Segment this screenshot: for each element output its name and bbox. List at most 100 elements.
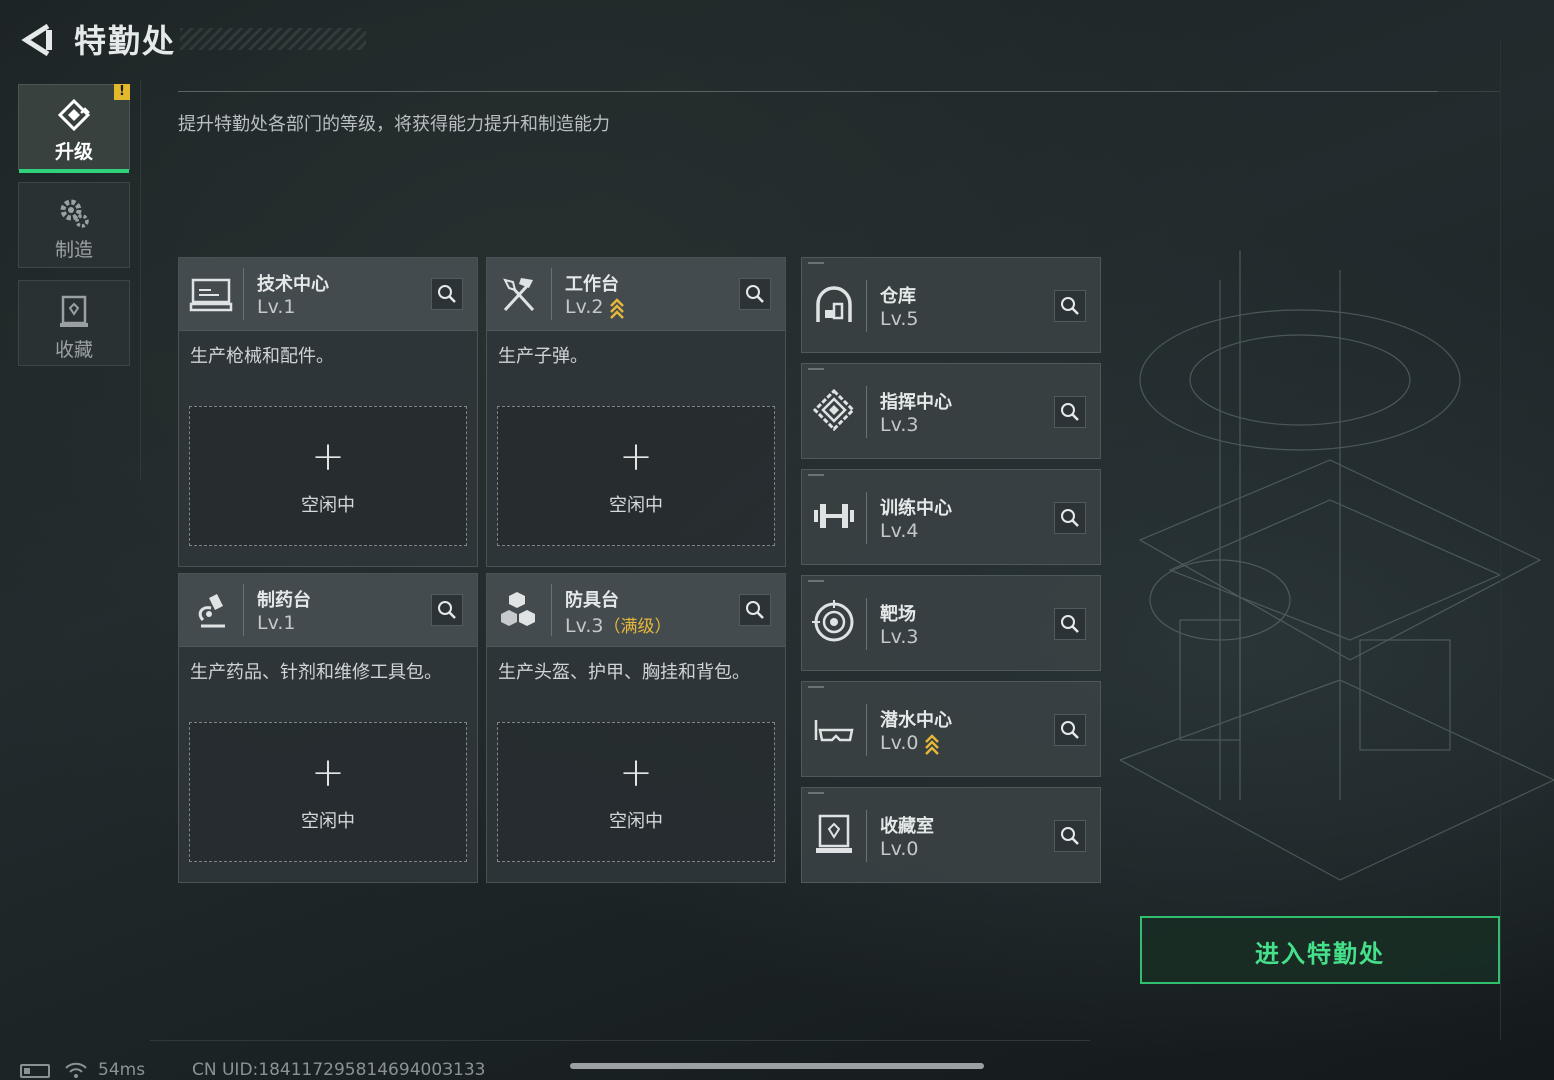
facility-diving-center[interactable]: 潜水中心 Lv.0 <box>801 681 1101 777</box>
department-description: 生产枪械和配件。 <box>190 346 334 367</box>
search-button[interactable] <box>431 278 463 310</box>
search-icon <box>1061 297 1079 315</box>
search-button[interactable] <box>1054 608 1086 640</box>
facility-name: 靶场 <box>880 604 916 625</box>
department-description: 生产子弹。 <box>498 346 588 367</box>
tab-label: 升级 <box>54 141 93 163</box>
ping-readout: 54ms <box>98 1060 146 1080</box>
decoration <box>808 262 824 264</box>
page-title: 特勤处 <box>74 22 177 60</box>
upgrade-available-icon <box>610 297 625 319</box>
enter-special-ops-button[interactable]: 进入特勤处 <box>1140 916 1500 984</box>
department-level: Lv.2 <box>565 296 625 319</box>
slot-status: 空闲中 <box>301 811 355 832</box>
plus-icon: + <box>311 434 345 480</box>
slot-status: 空闲中 <box>609 495 663 516</box>
max-level-note: （满级） <box>603 617 672 637</box>
search-button[interactable] <box>1054 290 1086 322</box>
tab-manufacture[interactable]: 制造 <box>18 182 130 268</box>
frame-line <box>140 80 153 480</box>
facility-shooting-range[interactable]: 靶场 Lv.3 <box>801 575 1101 671</box>
facility-collection-room[interactable]: 收藏室 Lv.0 <box>801 787 1101 883</box>
department-card-workbench: 工作台 Lv.2 生产子弹。 + 空闲中 <box>486 257 786 567</box>
department-level: Lv.1 <box>257 612 296 634</box>
facility-level: Lv.0 <box>880 732 940 755</box>
decoration <box>808 686 824 688</box>
department-card-tech-center: 技术中心 Lv.1 生产枪械和配件。 + 空闲中 <box>178 257 478 567</box>
target-icon <box>812 600 854 642</box>
plus-icon: + <box>311 750 345 796</box>
slot-status: 空闲中 <box>301 495 355 516</box>
search-button[interactable] <box>739 594 771 626</box>
decoration <box>808 792 824 794</box>
tools-icon <box>503 278 535 312</box>
search-button[interactable] <box>1054 502 1086 534</box>
base-structure-illustration <box>1119 250 1554 881</box>
search-button[interactable] <box>1054 714 1086 746</box>
dumbbell-icon <box>814 504 854 528</box>
page-description: 提升特勤处各部门的等级，将获得能力提升和制造能力 <box>178 114 610 135</box>
department-level: Lv.1 <box>257 296 296 318</box>
department-level: Lv.3（满级） <box>565 612 671 637</box>
tab-collection[interactable]: 收藏 <box>18 280 130 366</box>
level-text: Lv.3 <box>565 615 604 637</box>
command-icon <box>812 388 856 432</box>
tab-upgrade[interactable]: 升级 ! <box>18 84 130 173</box>
search-icon <box>1061 721 1079 739</box>
display-case-icon <box>816 814 852 853</box>
facility-level: Lv.5 <box>880 308 919 330</box>
search-icon <box>746 601 764 619</box>
frame-line <box>1500 40 1501 1040</box>
divider <box>866 280 867 332</box>
facility-name: 仓库 <box>880 286 916 307</box>
decoration <box>808 368 824 370</box>
department-description: 生产药品、针剂和维修工具包。 <box>190 662 442 683</box>
facility-warehouse[interactable]: 仓库 Lv.5 <box>801 257 1101 353</box>
gear-icon <box>60 199 89 228</box>
frame-line <box>150 1040 1090 1041</box>
decoration <box>808 474 824 476</box>
facility-level: Lv.3 <box>880 626 919 648</box>
decoration <box>808 580 824 582</box>
title-decoration <box>180 28 366 50</box>
search-button[interactable] <box>1054 396 1086 428</box>
home-indicator[interactable] <box>570 1063 984 1069</box>
wifi-icon <box>65 1062 87 1078</box>
search-icon <box>438 285 456 303</box>
production-slot[interactable]: + 空闲中 <box>497 406 775 546</box>
production-slot[interactable]: + 空闲中 <box>497 722 775 862</box>
search-icon <box>1061 403 1079 421</box>
facility-training-center[interactable]: 训练中心 Lv.4 <box>801 469 1101 565</box>
department-card-pharmacy: 制药台 Lv.1 生产药品、针剂和维修工具包。 + 空闲中 <box>178 573 478 883</box>
user-uid: CN UID:18411729581469400З133 <box>192 1060 486 1080</box>
tab-label: 收藏 <box>54 339 93 361</box>
search-button[interactable] <box>431 594 463 626</box>
production-slot[interactable]: + 空闲中 <box>189 406 467 546</box>
active-indicator <box>19 169 129 173</box>
facility-level: Lv.0 <box>880 838 919 860</box>
enter-button-label: 进入特勤处 <box>1255 940 1385 968</box>
facility-level: Lv.4 <box>880 520 919 542</box>
department-description: 生产头盔、护甲、胸挂和背包。 <box>498 662 750 683</box>
search-button[interactable] <box>1054 820 1086 852</box>
plus-icon: + <box>619 750 653 796</box>
collection-icon <box>60 295 88 327</box>
production-slot[interactable]: + 空闲中 <box>189 722 467 862</box>
level-text: Lv.0 <box>880 732 919 754</box>
divider <box>866 386 867 438</box>
facility-command-center[interactable]: 指挥中心 Lv.3 <box>801 363 1101 459</box>
search-button[interactable] <box>739 278 771 310</box>
diving-mask-icon <box>814 720 854 742</box>
warehouse-icon <box>816 286 852 322</box>
department-name: 技术中心 <box>257 274 329 295</box>
search-icon <box>1061 827 1079 845</box>
battery-icon <box>20 1064 50 1078</box>
back-arrow-icon[interactable] <box>18 20 58 60</box>
level-text: Lv.2 <box>565 296 604 318</box>
divider <box>866 492 867 544</box>
search-icon <box>438 601 456 619</box>
card-header: 防具台 Lv.3（满级） <box>487 574 785 647</box>
department-card-armor-bench: 防具台 Lv.3（满级） 生产头盔、护甲、胸挂和背包。 + 空闲中 <box>486 573 786 883</box>
microscope-icon <box>198 594 225 628</box>
search-icon <box>1061 615 1079 633</box>
